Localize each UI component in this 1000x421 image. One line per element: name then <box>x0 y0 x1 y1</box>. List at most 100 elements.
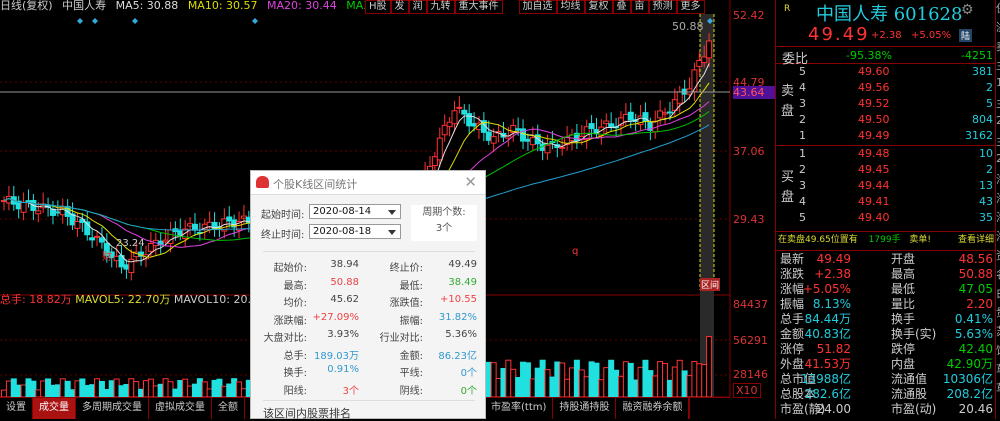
volume-bar <box>627 362 634 398</box>
volume-bar <box>74 380 81 398</box>
toolbar-button[interactable]: 润 <box>408 0 427 14</box>
candle-body <box>461 109 468 115</box>
indicator-tab[interactable]: 设置 <box>0 398 33 419</box>
level-price: 49.44 <box>858 179 890 192</box>
level-volume: 43 <box>979 195 993 208</box>
candle-body <box>485 131 492 141</box>
level-volume: 3162 <box>965 129 993 142</box>
divider <box>263 251 475 252</box>
candle-body <box>544 144 551 154</box>
start-time-label: 起始时间: <box>261 210 305 221</box>
order-level: 1 49.48 10 <box>776 147 996 161</box>
indicator-tab[interactable]: 全额 <box>212 398 245 419</box>
dialog-stat-value: 189.03万 <box>314 350 359 362</box>
side-label: 主 <box>996 57 1000 76</box>
stat-label: 涨停 <box>780 342 805 356</box>
indicator-tab[interactable]: 融资融券余额 <box>616 398 690 419</box>
weibi-value: -95.38% <box>846 49 892 62</box>
indicator-tab[interactable]: 持股通持股 <box>553 398 617 419</box>
candle-body <box>657 110 664 119</box>
dialog-stat-value: 50.88 <box>330 276 359 288</box>
volume-bar <box>500 367 507 398</box>
dialog-stat-label: 总手: <box>283 350 307 362</box>
volume-bar <box>485 361 492 398</box>
high-marker: 50.88 <box>672 20 704 33</box>
finance-marker: 财 <box>102 252 112 263</box>
side-label: 溢 <box>996 19 1000 38</box>
start-date-value: 2020-08-14 <box>313 206 372 217</box>
volume-bar <box>182 378 189 398</box>
stat-label: 涨幅 <box>780 282 805 296</box>
toolbar-button[interactable]: 更多 <box>676 0 705 14</box>
volume-bar <box>691 360 698 398</box>
volume-bar <box>94 378 101 398</box>
hk-connect-tag[interactable]: 陆 <box>959 29 973 42</box>
dialog-stat-value: 86.23亿 <box>438 350 477 362</box>
stat-row: 涨停 51.82 跌停 42.40 <box>776 342 996 356</box>
stat-value: +2.38 <box>814 267 851 281</box>
toolbar-button[interactable]: 加自选 <box>518 0 557 14</box>
level-price: 49.40 <box>858 211 890 224</box>
toolbar-button[interactable]: 重大事件 <box>454 0 503 14</box>
indicator-tab[interactable]: 成交量 <box>33 398 76 419</box>
volume-bar <box>30 380 37 398</box>
view-detail-link[interactable]: 查看详细 <box>958 233 994 247</box>
stat-value: 49.49 <box>816 252 851 266</box>
side-label: 卖 <box>996 38 1000 57</box>
stat-value: 8.13% <box>812 297 851 311</box>
volume-bar <box>510 368 517 398</box>
volume-bar <box>138 388 145 398</box>
stat-value: 84.44万 <box>804 312 851 326</box>
range-select-marker[interactable]: 区间 <box>700 278 721 291</box>
toolbar-button[interactable]: H股 <box>365 0 391 14</box>
stat-row: 外盘 41.53万 内盘 42.90万 <box>776 357 996 371</box>
end-date-select[interactable]: 2020-08-18 <box>309 224 401 239</box>
volume-bar <box>40 380 47 398</box>
stat-label: 涨跌 <box>780 267 805 281</box>
volume-bar <box>84 385 91 398</box>
dialog-stat-value: 3个 <box>342 385 359 397</box>
toolbar-button[interactable]: 叠 <box>612 0 631 14</box>
candle-body <box>1 200 7 203</box>
settings-icon[interactable]: ⚙ <box>961 2 974 18</box>
volume-bar <box>231 378 238 398</box>
toolbar-button[interactable]: 复权 <box>584 0 613 14</box>
side-label: 主 <box>996 95 1000 114</box>
volume-bar <box>221 385 228 398</box>
event-diamond-icon <box>92 18 98 24</box>
indicator-tab[interactable]: 多周期成交量 <box>76 398 149 419</box>
toolbar-button[interactable]: 发 <box>390 0 409 14</box>
side-label: 饮 <box>996 342 1000 361</box>
candle-body <box>187 223 194 227</box>
volume-bar <box>603 367 610 398</box>
stat-label: 流通股 <box>891 387 928 401</box>
toolbar-button[interactable]: 九转 <box>426 0 455 14</box>
level-volume: 10 <box>979 147 993 160</box>
toolbar-button[interactable]: 均线 <box>556 0 585 14</box>
volume-bar <box>98 380 105 398</box>
candle-body <box>431 156 438 167</box>
candle-body <box>123 264 130 270</box>
candle-body <box>191 223 198 231</box>
candle-body <box>524 138 531 142</box>
stat-value: 42.90万 <box>946 357 993 371</box>
candle-body <box>446 121 453 128</box>
end-date-value: 2020-08-18 <box>313 226 372 237</box>
start-date-select[interactable]: 2020-08-14 <box>309 204 401 219</box>
price-change: +2.38 <box>871 30 902 41</box>
order-notice: 在卖盘49.65位置有 1799手 卖单! 查看详细 <box>776 233 996 247</box>
toolbar-button[interactable]: 预测 <box>648 0 677 14</box>
indicator-tab[interactable]: 市盈率(ttm) <box>485 398 554 419</box>
stat-row: 总股本 282.6亿 流通股 208.2亿 <box>776 387 996 401</box>
order-level: 2 49.50 804 <box>776 113 996 127</box>
indicator-tab[interactable]: 虚拟成交量 <box>149 398 212 419</box>
divider <box>263 400 475 401</box>
stat-label: 振幅 <box>780 297 805 311</box>
stat-value: 20.46 <box>958 402 993 416</box>
volume-bar <box>637 366 644 398</box>
side-label: 保 <box>996 0 1000 19</box>
volume-bar <box>240 388 247 398</box>
close-icon[interactable]: ✕ <box>464 173 477 191</box>
level-price: 49.41 <box>858 195 890 208</box>
toolbar-button[interactable]: 亩 <box>630 0 649 14</box>
